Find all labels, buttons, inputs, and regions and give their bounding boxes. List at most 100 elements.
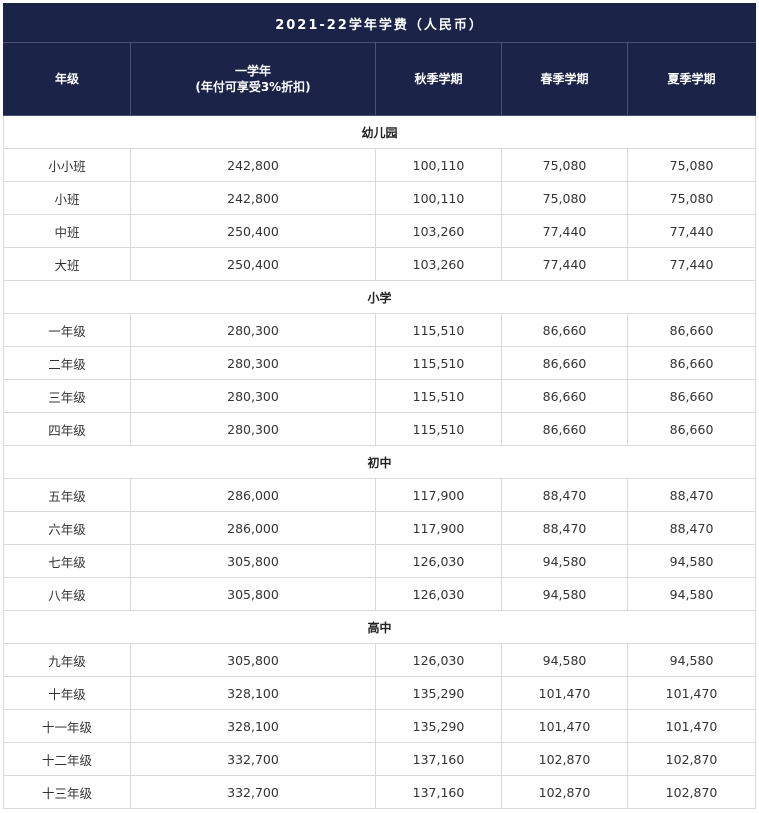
cell-grade: 二年级 xyxy=(3,346,131,380)
table-row: 四年级 280,300 115,510 86,660 86,660 xyxy=(3,412,757,446)
cell-grade: 十年级 xyxy=(3,676,131,710)
cell-spring: 86,660 xyxy=(501,379,628,413)
table-row: 一年级 280,300 115,510 86,660 86,660 xyxy=(3,313,757,347)
cell-spring: 77,440 xyxy=(501,247,628,281)
cell-annual: 286,000 xyxy=(130,511,376,545)
table-row: 十一年级 328,100 135,290 101,470 101,470 xyxy=(3,709,757,743)
table-row: 六年级 286,000 117,900 88,470 88,470 xyxy=(3,511,757,545)
cell-spring: 88,470 xyxy=(501,478,628,512)
cell-spring: 101,470 xyxy=(501,676,628,710)
cell-spring: 86,660 xyxy=(501,313,628,347)
cell-annual: 305,800 xyxy=(130,544,376,578)
table-row: 中班 250,400 103,260 77,440 77,440 xyxy=(3,214,757,248)
header-summer: 夏季学期 xyxy=(626,42,757,116)
cell-summer: 86,660 xyxy=(626,412,757,446)
table-header-row: 年级 一学年 (年付可享受3%折扣) 秋季学期 春季学期 夏季学期 xyxy=(3,42,757,116)
cell-grade: 三年级 xyxy=(3,379,131,413)
table-body: 幼儿园 小小班 242,800 100,110 75,080 75,080 小班 242,80… xyxy=(2,115,757,809)
cell-autumn: 137,160 xyxy=(375,742,502,776)
cell-summer: 77,440 xyxy=(626,247,757,281)
table-row: 二年级 280,300 115,510 86,660 86,660 xyxy=(3,346,757,380)
cell-summer: 77,440 xyxy=(626,214,757,248)
header-grade: 年级 xyxy=(3,42,131,116)
cell-spring: 88,470 xyxy=(501,511,628,545)
cell-summer: 94,580 xyxy=(626,577,757,611)
header-annual: 一学年 (年付可享受3%折扣) xyxy=(130,42,376,116)
cell-annual: 305,800 xyxy=(130,577,376,611)
cell-annual: 250,400 xyxy=(130,247,376,281)
tuition-table-container: 2021-22学年学费（人民币） 年级 一学年 (年付可享受3%折扣) 秋季学期… xyxy=(2,3,757,809)
cell-spring: 102,870 xyxy=(501,742,628,776)
table-row: 十年级 328,100 135,290 101,470 101,470 xyxy=(3,676,757,710)
cell-summer: 75,080 xyxy=(626,148,757,182)
cell-spring: 75,080 xyxy=(501,181,628,215)
cell-autumn: 100,110 xyxy=(375,148,502,182)
cell-grade: 一年级 xyxy=(3,313,131,347)
table-row: 大班 250,400 103,260 77,440 77,440 xyxy=(3,247,757,281)
cell-spring: 75,080 xyxy=(501,148,628,182)
cell-autumn: 135,290 xyxy=(375,676,502,710)
table-row: 八年级 305,800 126,030 94,580 94,580 xyxy=(3,577,757,611)
cell-autumn: 115,510 xyxy=(375,412,502,446)
cell-summer: 102,870 xyxy=(626,775,757,809)
cell-annual: 242,800 xyxy=(130,148,376,182)
cell-annual: 305,800 xyxy=(130,643,376,677)
table-row: 小小班 242,800 100,110 75,080 75,080 xyxy=(3,148,757,182)
cell-summer: 86,660 xyxy=(626,313,757,347)
cell-spring: 101,470 xyxy=(501,709,628,743)
cell-grade: 四年级 xyxy=(3,412,131,446)
section-row: 初中 xyxy=(2,445,757,479)
table-row: 三年级 280,300 115,510 86,660 86,660 xyxy=(3,379,757,413)
cell-annual: 250,400 xyxy=(130,214,376,248)
section-title: 高中 xyxy=(2,610,757,644)
cell-summer: 94,580 xyxy=(626,544,757,578)
cell-autumn: 115,510 xyxy=(375,379,502,413)
tuition-table: 2021-22学年学费（人民币） 年级 一学年 (年付可享受3%折扣) 秋季学期… xyxy=(2,3,757,809)
cell-grade: 中班 xyxy=(3,214,131,248)
cell-grade: 大班 xyxy=(3,247,131,281)
cell-autumn: 117,900 xyxy=(375,511,502,545)
cell-summer: 101,470 xyxy=(626,676,757,710)
cell-autumn: 135,290 xyxy=(375,709,502,743)
section-title: 小学 xyxy=(2,280,757,314)
section-row: 高中 xyxy=(2,610,757,644)
cell-annual: 280,300 xyxy=(130,412,376,446)
cell-autumn: 137,160 xyxy=(375,775,502,809)
cell-summer: 88,470 xyxy=(626,511,757,545)
cell-summer: 86,660 xyxy=(626,379,757,413)
header-autumn: 秋季学期 xyxy=(375,42,502,116)
cell-grade: 五年级 xyxy=(3,478,131,512)
cell-summer: 75,080 xyxy=(626,181,757,215)
cell-autumn: 115,510 xyxy=(375,346,502,380)
cell-grade: 小小班 xyxy=(3,148,131,182)
section-row: 幼儿园 xyxy=(2,115,757,149)
cell-annual: 332,700 xyxy=(130,775,376,809)
cell-annual: 280,300 xyxy=(130,346,376,380)
cell-spring: 94,580 xyxy=(501,544,628,578)
cell-spring: 94,580 xyxy=(501,577,628,611)
table-row: 十二年级 332,700 137,160 102,870 102,870 xyxy=(3,742,757,776)
cell-autumn: 103,260 xyxy=(375,247,502,281)
section-title: 初中 xyxy=(2,445,757,479)
cell-autumn: 126,030 xyxy=(375,544,502,578)
section-row: 小学 xyxy=(2,280,757,314)
cell-grade: 十一年级 xyxy=(3,709,131,743)
section-title: 幼儿园 xyxy=(2,115,757,149)
table-row: 小班 242,800 100,110 75,080 75,080 xyxy=(3,181,757,215)
cell-annual: 332,700 xyxy=(130,742,376,776)
cell-annual: 242,800 xyxy=(130,181,376,215)
cell-grade: 十三年级 xyxy=(3,775,131,809)
cell-grade: 七年级 xyxy=(3,544,131,578)
cell-spring: 86,660 xyxy=(501,346,628,380)
cell-summer: 94,580 xyxy=(626,643,757,677)
table-row: 五年级 286,000 117,900 88,470 88,470 xyxy=(3,478,757,512)
cell-grade: 小班 xyxy=(3,181,131,215)
cell-autumn: 117,900 xyxy=(375,478,502,512)
cell-spring: 86,660 xyxy=(501,412,628,446)
cell-annual: 328,100 xyxy=(130,709,376,743)
cell-spring: 77,440 xyxy=(501,214,628,248)
cell-spring: 102,870 xyxy=(501,775,628,809)
cell-summer: 88,470 xyxy=(626,478,757,512)
header-annual-line2: (年付可享受3%折扣) xyxy=(195,80,311,94)
cell-annual: 280,300 xyxy=(130,313,376,347)
